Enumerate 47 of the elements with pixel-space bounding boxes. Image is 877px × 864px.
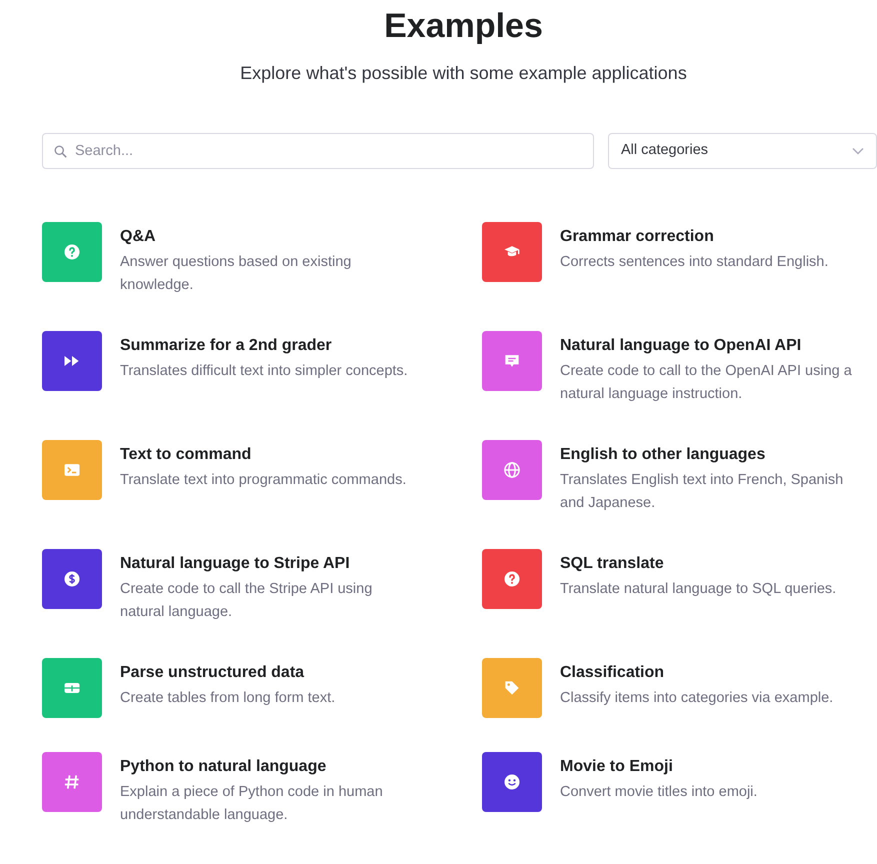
example-description: Corrects sentences into standard English. bbox=[560, 253, 830, 272]
example-description: Translates English text into French, Spanish and Japanese. bbox=[560, 471, 844, 513]
example-icon-tile[interactable] bbox=[42, 549, 102, 609]
example-description: Create tables from long form text. bbox=[120, 689, 336, 708]
example-icon-tile[interactable] bbox=[42, 331, 102, 391]
example-icon-tile[interactable] bbox=[482, 222, 542, 282]
example-icon-tile[interactable] bbox=[482, 440, 542, 500]
example-title[interactable]: Text to command bbox=[120, 444, 420, 466]
example-title[interactable]: English to other languages bbox=[560, 444, 870, 466]
example-title[interactable]: Classification bbox=[560, 662, 870, 684]
example-title[interactable]: Grammar correction bbox=[560, 226, 870, 248]
example-icon-tile[interactable] bbox=[42, 440, 102, 500]
example-title[interactable]: Natural language to OpenAI API bbox=[560, 335, 870, 357]
example-icon-tile[interactable] bbox=[482, 549, 542, 609]
example-description: Translates difficult text into simpler concepts. bbox=[120, 362, 409, 381]
dollar-coin-icon bbox=[62, 569, 82, 589]
example-description: Create code to call to the OpenAI API using a natural language instruction. bbox=[560, 362, 853, 404]
example-description: Classify items into categories via example. bbox=[560, 689, 834, 708]
example-title[interactable]: SQL translate bbox=[560, 553, 870, 575]
example-description: Translate natural language to SQL queries. bbox=[560, 580, 838, 599]
category-select[interactable]: All categories bbox=[608, 133, 877, 169]
example-description: Explain a piece of Python code in human understandable language. bbox=[120, 783, 384, 825]
example-title[interactable]: Natural language to Stripe API bbox=[120, 553, 420, 575]
example-title[interactable]: Summarize for a 2nd grader bbox=[120, 335, 420, 357]
chevron-down-icon bbox=[852, 147, 864, 155]
example-icon-tile[interactable] bbox=[42, 658, 102, 718]
example-icon-tile[interactable] bbox=[482, 658, 542, 718]
example-title[interactable]: Parse unstructured data bbox=[120, 662, 420, 684]
question-icon bbox=[502, 569, 522, 589]
example-description: Convert movie titles into emoji. bbox=[560, 783, 758, 802]
search-field[interactable]: Search... bbox=[42, 133, 594, 169]
example-title[interactable]: Movie to Emoji bbox=[560, 756, 870, 778]
globe-icon bbox=[502, 460, 522, 480]
example-icon-tile[interactable] bbox=[42, 222, 102, 282]
question-icon bbox=[62, 242, 82, 262]
example-icon-tile[interactable] bbox=[482, 331, 542, 391]
example-icon-tile[interactable] bbox=[482, 752, 542, 812]
example-description: Translate text into programmatic commands. bbox=[120, 471, 408, 490]
example-icon-tile[interactable] bbox=[42, 752, 102, 812]
example-title[interactable]: Python to natural language bbox=[120, 756, 420, 778]
search-icon bbox=[54, 145, 67, 158]
example-description: Create code to call the Stripe API using natural language. bbox=[120, 580, 374, 622]
page-subtitle: Explore what's possible with some example applications bbox=[239, 62, 688, 85]
page-title: Examples bbox=[383, 6, 544, 47]
example-description: Answer questions based on existing knowledge. bbox=[120, 253, 352, 295]
example-title[interactable]: Q&A bbox=[120, 226, 420, 248]
smiley-icon bbox=[502, 772, 522, 792]
